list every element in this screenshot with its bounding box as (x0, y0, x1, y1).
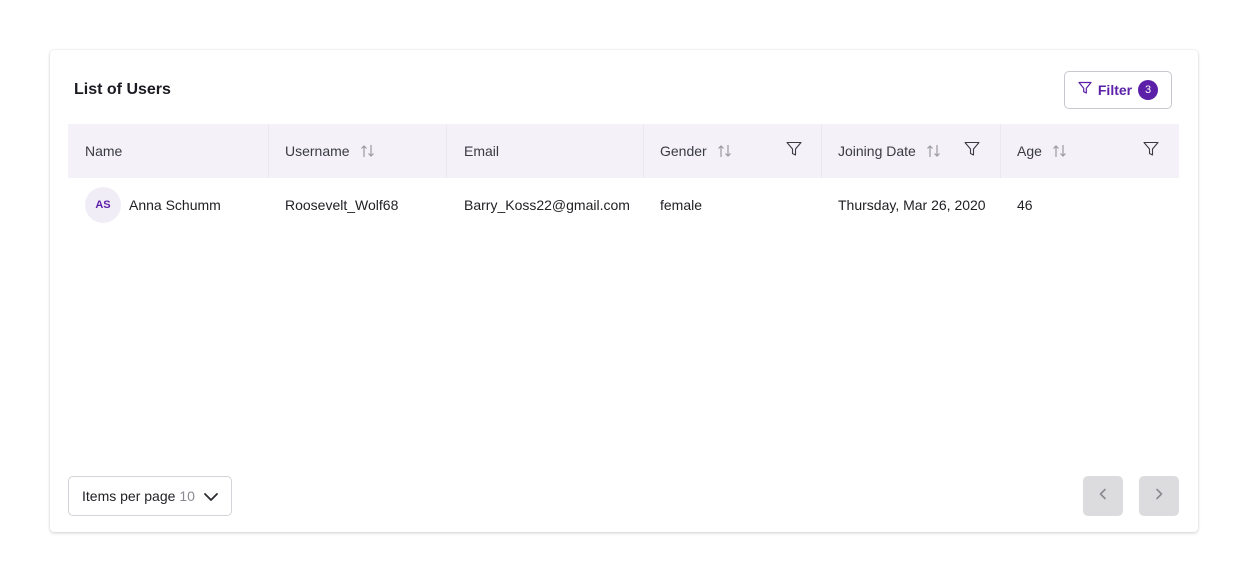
filter-icon (1078, 81, 1092, 100)
joining-date-filter-icon[interactable] (964, 141, 980, 162)
column-divider (446, 124, 447, 178)
users-card: List of Users Filter 3 Name Username Ema… (50, 50, 1198, 532)
filter-button[interactable]: Filter 3 (1064, 71, 1172, 109)
column-divider (643, 124, 644, 178)
filter-label: Filter (1097, 82, 1133, 98)
column-label-email: Email (464, 143, 500, 159)
items-per-page-select[interactable]: Items per page 10 (68, 476, 232, 516)
column-header-gender[interactable]: Gender (660, 124, 733, 178)
column-divider (268, 124, 269, 178)
cell-age: 46 (1017, 197, 1033, 213)
column-label-gender: Gender (660, 143, 707, 159)
column-header-age[interactable]: Age (1017, 124, 1068, 178)
column-label-joining-date: Joining Date (838, 143, 916, 159)
chevron-right-icon (1153, 487, 1165, 505)
sort-icon[interactable] (360, 144, 376, 158)
column-divider (1000, 124, 1001, 178)
items-per-page-value: 10 (179, 488, 195, 504)
next-page-button[interactable] (1139, 476, 1179, 516)
cell-name: AS Anna Schumm (85, 178, 221, 232)
column-label-name: Name (85, 143, 123, 159)
column-header-joining-date[interactable]: Joining Date (838, 124, 942, 178)
avatar: AS (85, 187, 121, 223)
column-label-username: Username (285, 143, 350, 159)
cell-gender: female (660, 197, 703, 213)
previous-page-button[interactable] (1083, 476, 1123, 516)
sort-icon[interactable] (1052, 144, 1068, 158)
users-table: Name Username Email Gender Joining Date … (68, 124, 1179, 232)
column-divider (821, 124, 822, 178)
sort-icon[interactable] (717, 144, 733, 158)
user-name: Anna Schumm (129, 197, 221, 213)
table-row[interactable]: AS Anna Schumm Roosevelt_Wolf68 Barry_Ko… (68, 178, 1179, 232)
page-title: List of Users (74, 81, 171, 98)
column-header-name: Name (85, 124, 122, 178)
items-per-page-label: Items per page (82, 488, 176, 504)
column-label-age: Age (1017, 143, 1042, 159)
cell-joining-date: Thursday, Mar 26, 2020 (838, 197, 986, 213)
column-header-email: Email (464, 124, 499, 178)
chevron-down-icon (203, 489, 219, 508)
sort-icon[interactable] (926, 144, 942, 158)
gender-filter-icon[interactable] (786, 141, 802, 162)
chevron-left-icon (1097, 487, 1109, 505)
column-header-username[interactable]: Username (285, 124, 376, 178)
age-filter-icon[interactable] (1143, 141, 1159, 162)
cell-email: Barry_Koss22@gmail.com (464, 197, 630, 213)
cell-username: Roosevelt_Wolf68 (285, 197, 399, 213)
filter-count-badge: 3 (1138, 80, 1159, 100)
table-header: Name Username Email Gender Joining Date … (68, 124, 1179, 178)
